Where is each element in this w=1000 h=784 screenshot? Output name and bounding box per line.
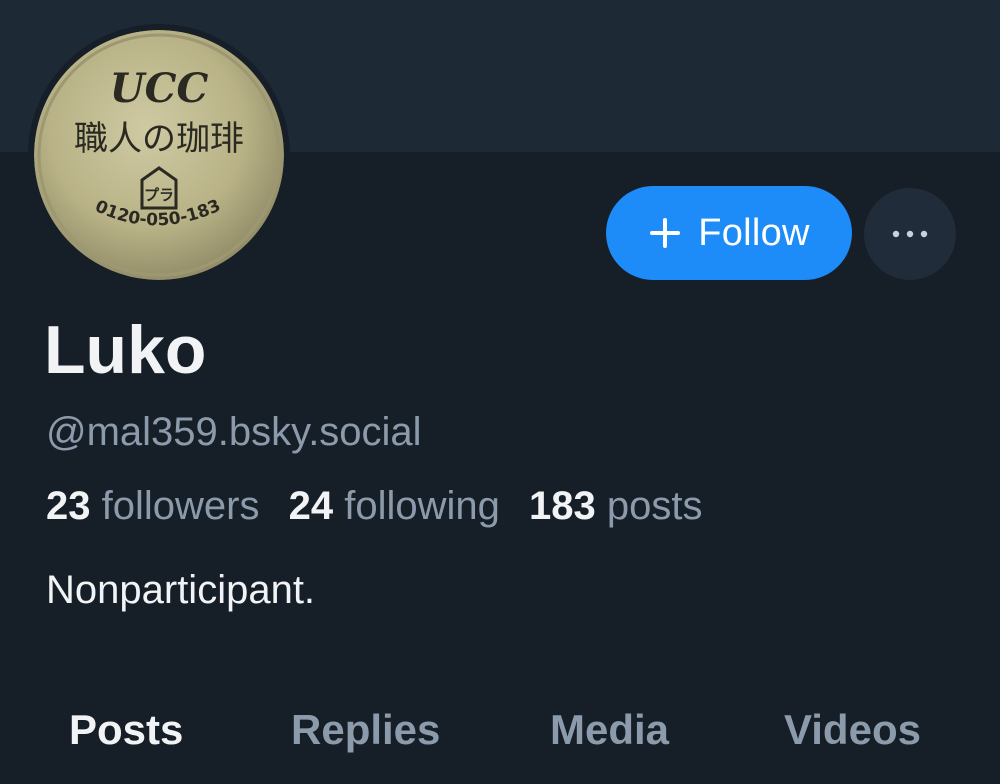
following-count: 24 bbox=[288, 484, 334, 528]
posts-count: 183 bbox=[529, 484, 596, 528]
following-label: following bbox=[344, 484, 500, 528]
ellipsis-icon bbox=[892, 230, 928, 238]
avatar-subtitle-text: 職人の珈琲 bbox=[74, 119, 244, 159]
profile-stats: 23 followers 24 following 183 posts bbox=[46, 482, 720, 530]
handle: @mal359.bsky.social bbox=[46, 410, 422, 454]
profile-tabs: Posts Replies Media Videos bbox=[0, 700, 1000, 770]
plus-icon bbox=[650, 218, 681, 248]
more-options-button[interactable] bbox=[864, 188, 956, 280]
following-link[interactable]: 24 following bbox=[289, 484, 500, 528]
follow-button-label: Follow bbox=[698, 211, 810, 254]
posts-label: posts bbox=[606, 484, 703, 528]
tab-posts[interactable]: Posts bbox=[69, 700, 183, 760]
followers-link[interactable]: 23 followers bbox=[46, 484, 259, 528]
followers-count: 23 bbox=[46, 484, 91, 528]
tab-videos[interactable]: Videos bbox=[784, 700, 921, 760]
avatar[interactable]: UCC 職人の珈琲 プラ 0120-050-183 bbox=[28, 24, 290, 286]
avatar-image: UCC 職人の珈琲 プラ 0120-050-183 bbox=[34, 30, 284, 280]
follow-button[interactable]: Follow bbox=[606, 186, 852, 280]
tab-replies[interactable]: Replies bbox=[291, 700, 440, 760]
posts-stat: 183 posts bbox=[529, 484, 702, 528]
display-name: Luko bbox=[44, 312, 207, 388]
avatar-brand-text: UCC bbox=[110, 65, 209, 112]
tab-media[interactable]: Media bbox=[550, 700, 669, 760]
followers-label: followers bbox=[101, 484, 260, 528]
bottle-cap-image: UCC 職人の珈琲 プラ 0120-050-183 bbox=[34, 30, 284, 280]
bio: Nonparticipant. bbox=[46, 568, 316, 612]
avatar-recycle-text: プラ bbox=[144, 186, 174, 204]
